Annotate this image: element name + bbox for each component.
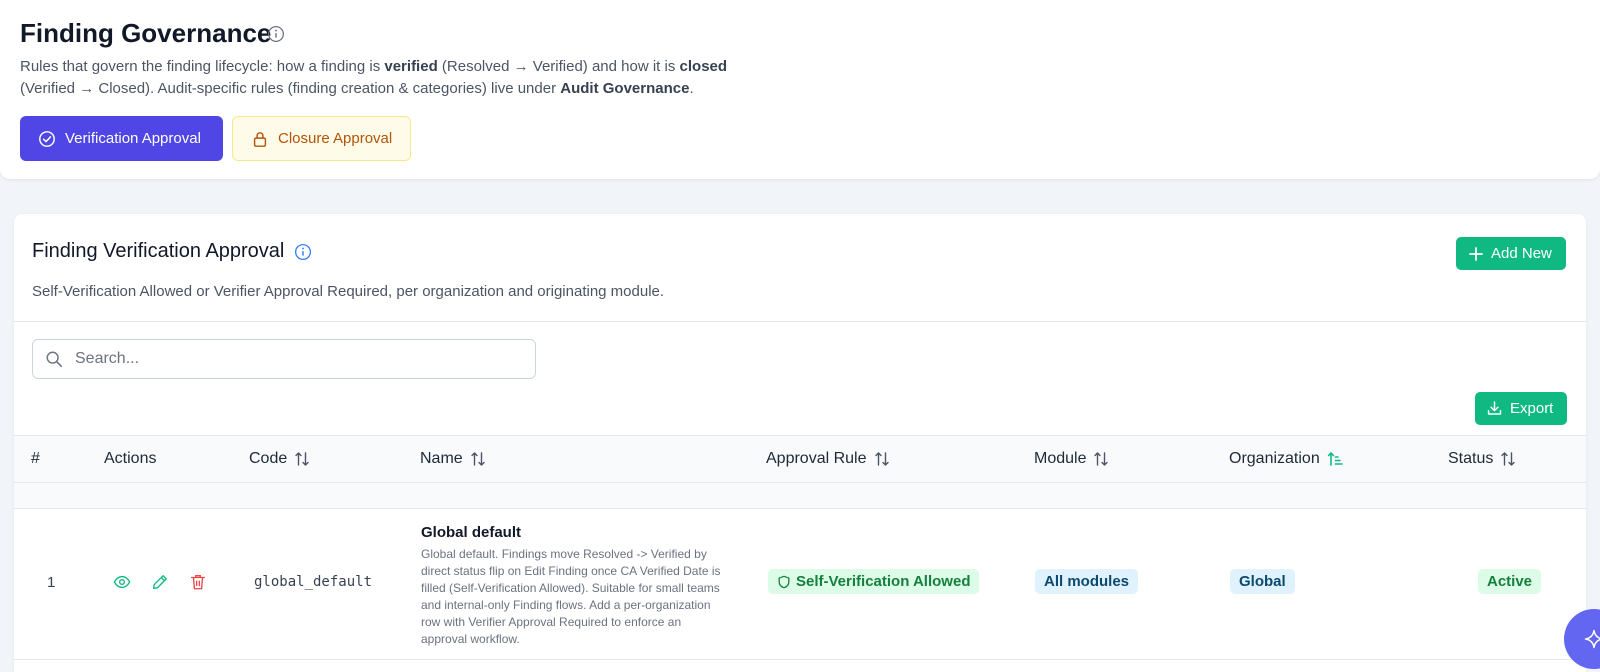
export-button[interactable]: Export	[1475, 392, 1567, 425]
table-header: # Actions Code Name Approval Rule Module…	[14, 435, 1586, 483]
lock-icon	[253, 131, 267, 147]
column-number: #	[31, 450, 40, 467]
column-organization[interactable]: Organization	[1229, 450, 1343, 468]
shield-icon	[778, 575, 790, 588]
search-icon	[46, 351, 62, 367]
sort-icon[interactable]	[294, 451, 310, 467]
column-code[interactable]: Code	[249, 450, 310, 468]
sort-icon[interactable]	[1500, 451, 1516, 467]
organization-badge: Global	[1230, 569, 1295, 594]
edit-icon[interactable]	[151, 573, 169, 591]
page-title: Finding Governance	[20, 18, 272, 48]
row-code: global_default	[254, 574, 373, 590]
export-label: Export	[1510, 400, 1554, 417]
status-badge: Active	[1478, 569, 1542, 594]
add-new-label: Add New	[1491, 245, 1552, 262]
section-title: Finding Verification Approval	[32, 240, 285, 262]
search-input[interactable]	[75, 350, 495, 368]
divider	[14, 321, 1586, 322]
check-circle-icon	[39, 130, 55, 147]
page-header: Finding Governance Rules that govern the…	[0, 0, 1600, 179]
tab-label: Closure Approval	[278, 130, 393, 147]
page-description: Rules that govern the finding lifecycle:…	[20, 58, 728, 97]
row-number: 1	[47, 574, 56, 591]
filter-row	[14, 483, 1586, 509]
row-description: Global default. Findings move Resolved -…	[421, 547, 721, 646]
table-row: 1 global_default Global default Global d…	[14, 510, 1586, 660]
tab-verification-approval[interactable]: Verification Approval	[20, 116, 223, 161]
sort-icon[interactable]	[1093, 451, 1109, 467]
sparkle-icon	[1584, 629, 1600, 649]
sort-icon[interactable]	[874, 451, 890, 467]
section-description: Self-Verification Allowed or Verifier Ap…	[32, 283, 665, 300]
column-module[interactable]: Module	[1034, 450, 1109, 468]
download-icon	[1487, 401, 1502, 415]
sort-ascending-icon[interactable]	[1327, 451, 1343, 467]
info-icon[interactable]	[294, 243, 312, 261]
column-status[interactable]: Status	[1448, 450, 1516, 468]
module-badge: All modules	[1035, 569, 1139, 594]
approval-rule-badge: Self-Verification Allowed	[768, 569, 980, 594]
view-icon[interactable]	[113, 573, 131, 591]
plus-icon	[1469, 246, 1483, 261]
tab-label: Verification Approval	[65, 130, 201, 147]
sort-icon[interactable]	[470, 451, 486, 467]
info-icon[interactable]	[267, 25, 285, 43]
row-name: Global default	[421, 524, 522, 541]
delete-icon[interactable]	[189, 573, 207, 591]
verification-approval-panel: Finding Verification Approval Self-Verif…	[14, 214, 1586, 672]
column-name[interactable]: Name	[420, 450, 486, 468]
tab-closure-approval[interactable]: Closure Approval	[232, 116, 411, 161]
search-box	[32, 339, 536, 379]
column-actions: Actions	[104, 450, 157, 467]
add-new-button[interactable]: Add New	[1456, 237, 1566, 270]
column-approval-rule[interactable]: Approval Rule	[766, 450, 890, 468]
